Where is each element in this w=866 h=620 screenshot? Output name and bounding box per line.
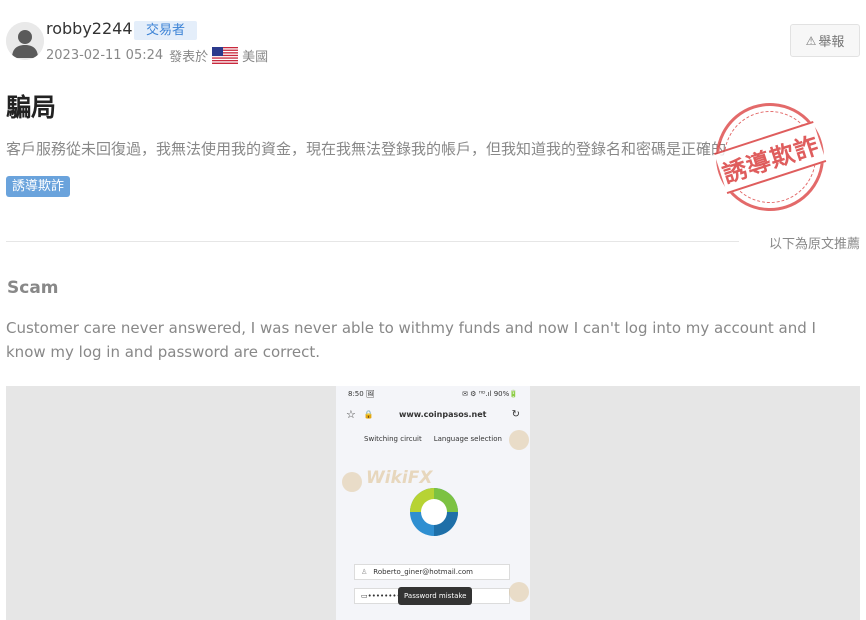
lock-icon: 🔒: [363, 409, 374, 419]
post-date: 2023-02-11 05:24: [46, 48, 164, 63]
post-header: robby2244 交易者 2023-02-11 05:24 發表於 美國 ⚠ …: [6, 19, 860, 68]
watermark-badge-icon: [342, 472, 362, 492]
username[interactable]: robby2244: [46, 19, 133, 38]
phone-screenshot: 8:50 🖼 ✉ ⚙ ᴴᴰ.ıl 90%🔋 ☆ 🔒 www.coinpasos.…: [336, 386, 530, 620]
divider: [6, 241, 739, 242]
lock-field-icon: ▭: [361, 592, 368, 600]
watermark-badge-icon: [509, 582, 529, 602]
warning-icon: ⚠: [805, 33, 817, 48]
post-title: 騙局: [6, 93, 57, 122]
user-field-icon: ♙: [361, 568, 368, 576]
original-title: Scam: [7, 278, 59, 298]
us-flag-icon: [212, 47, 239, 64]
posted-in-label: 發表於: [169, 50, 209, 65]
avatar[interactable]: [6, 22, 44, 60]
report-button[interactable]: ⚠ 舉報: [790, 24, 860, 57]
original-body: Customer care never answered, I was neve…: [6, 319, 816, 361]
watermark-badge-icon: [509, 430, 529, 450]
error-toast: Password mistake: [398, 587, 473, 605]
email-value: Roberto_giner@hotmail.com: [373, 568, 473, 576]
status-left: 8:50 🖼: [348, 390, 375, 398]
status-bar: 8:50 🖼 ✉ ⚙ ᴴᴰ.ıl 90%🔋: [336, 390, 530, 398]
coinpasos-logo-icon: [410, 488, 458, 536]
watermark: WikiFX: [366, 468, 433, 488]
refresh-icon: ↻: [511, 408, 520, 420]
category-tag[interactable]: 誘導欺詐: [6, 176, 71, 197]
browser-url-bar: ☆ 🔒 www.coinpasos.net ↻: [336, 405, 530, 423]
post-meta: 2023-02-11 05:24 發表於 美國: [46, 46, 268, 65]
stamp-text: 誘導欺詐: [713, 120, 827, 194]
post-summary: 客戶服務從未回復過，我無法使用我的資金，現在我無法登錄我的帳戶，但我知道我的登錄…: [6, 140, 727, 158]
fraud-stamp: 誘導欺詐: [701, 88, 839, 226]
user-icon: [6, 22, 44, 60]
role-badge: 交易者: [134, 21, 198, 40]
report-label: 舉報: [818, 35, 845, 50]
status-right: ✉ ⚙ ᴴᴰ.ıl 90%🔋: [462, 390, 518, 398]
site-links: Switching circuit Language selection: [336, 435, 530, 443]
evidence-image[interactable]: 8:50 🖼 ✉ ⚙ ᴴᴰ.ıl 90%🔋 ☆ 🔒 www.coinpasos.…: [6, 386, 860, 620]
browser-url: www.coinpasos.net: [398, 409, 487, 419]
switch-circuit-link: Switching circuit: [364, 435, 422, 443]
email-field: ♙ Roberto_giner@hotmail.com: [354, 564, 510, 580]
star-icon: ☆: [346, 407, 356, 421]
original-text-note: 以下為原文推薦: [768, 237, 860, 252]
country-label: 美國: [242, 50, 269, 65]
language-link: Language selection: [433, 435, 502, 443]
